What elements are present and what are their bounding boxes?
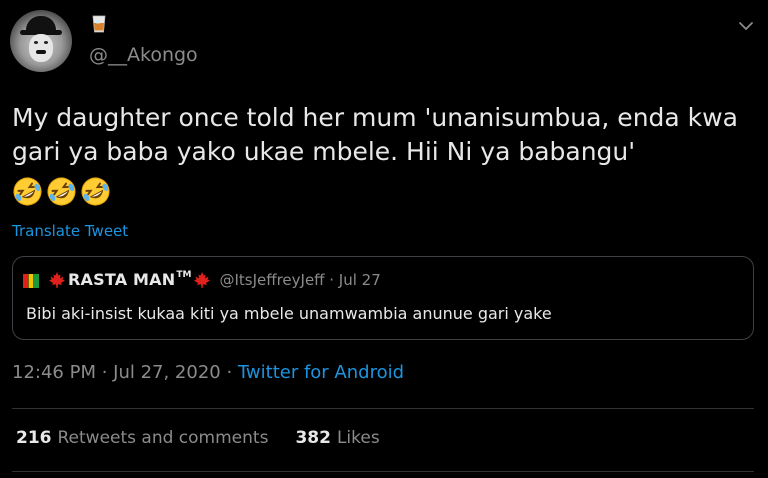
divider — [12, 408, 754, 409]
quoted-author-row[interactable]: RASTA MAN TM @ItsJeffreyJeff · Jul 27 — [48, 270, 381, 289]
tweet-text: My daughter once told her mum 'unanisumb… — [12, 103, 738, 166]
retweets-label: Retweets and comments — [57, 428, 269, 448]
maple-leaf-icon — [49, 271, 65, 288]
translate-tweet-link[interactable]: Translate Tweet — [12, 222, 128, 240]
likes-label: Likes — [336, 428, 380, 448]
divider — [12, 471, 754, 472]
rolling-laughing-icon — [81, 177, 110, 206]
tweet-time-date[interactable]: 12:46 PM · Jul 27, 2020 · — [12, 362, 238, 383]
quoted-tweet-text: Bibi aki-insist kukaa kiti ya mbele unam… — [26, 304, 552, 323]
likes-stat[interactable]: 382 Likes — [295, 428, 379, 448]
avatar[interactable] — [10, 10, 72, 72]
likes-count: 382 — [295, 428, 331, 448]
quoted-author-name[interactable]: RASTA MAN — [68, 270, 175, 289]
quoted-tweet-card[interactable] — [12, 256, 754, 340]
tweet-stats: 216 Retweets and comments 382 Likes — [16, 428, 380, 448]
rolling-laughing-icon — [13, 177, 42, 206]
trademark-mark: TM — [176, 269, 192, 280]
author-handle[interactable]: @__Akongo — [89, 44, 198, 66]
maple-leaf-icon — [194, 271, 211, 288]
retweets-count: 216 — [16, 428, 52, 448]
laugh-emoji-row — [12, 176, 111, 210]
tweet-source-link[interactable]: Twitter for Android — [238, 362, 404, 383]
rolling-laughing-icon — [47, 177, 76, 206]
tweet-timestamp-row: 12:46 PM · Jul 27, 2020 · Twitter for An… — [12, 362, 404, 383]
tumbler-glass-icon — [92, 15, 106, 33]
rasta-flag-icon — [22, 272, 40, 290]
retweets-stat[interactable]: 216 Retweets and comments — [16, 428, 268, 448]
quoted-handle-date[interactable]: @ItsJeffreyJeff · Jul 27 — [219, 271, 380, 289]
chevron-down-icon[interactable] — [738, 20, 754, 32]
